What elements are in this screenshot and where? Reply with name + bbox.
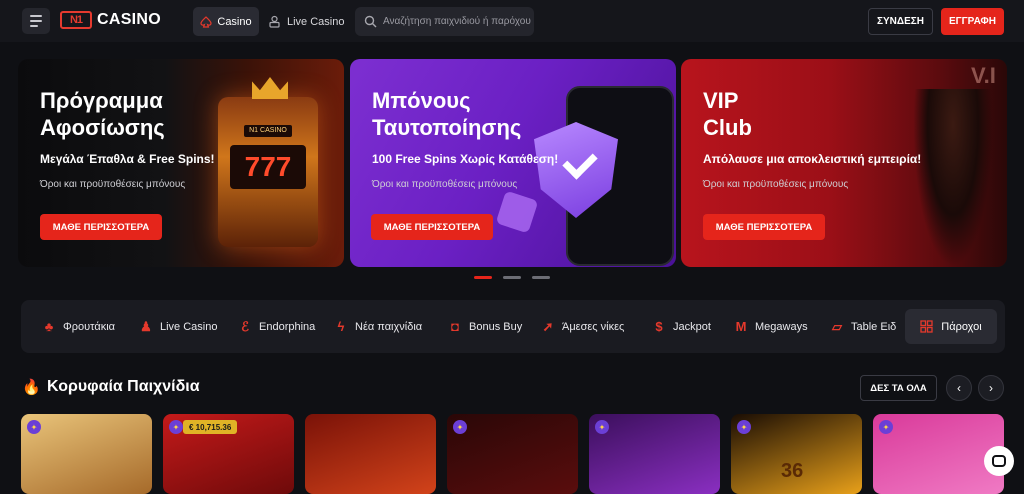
banner-title: VIP Club [703,88,752,140]
category-label: Νέα παιχνίδια [355,320,423,333]
section-title: Κορυφαία Παιχνίδια [47,378,200,395]
slot-machine-illustration: N1 CASINO 777 [218,77,318,247]
category-bar: ♣ Φρουτάκια ♟ Live Casino ℰ Endorphina ϟ… [21,300,1005,353]
banner-subtitle: 100 Free Spins Χωρίς Κατάθεση! [372,152,559,166]
star-badge-icon: ✦ [879,420,893,434]
rocket-icon: ➚ [542,318,554,334]
prev-arrow-button[interactable]: ‹ [946,375,972,401]
learn-more-button[interactable]: ΜΑΘΕ ΠΕΡΙΣΣΟΤΕΡΑ [703,214,825,240]
login-button[interactable]: ΣΥΝΔΕΣΗ [868,8,933,35]
learn-more-button[interactable]: ΜΑΘΕ ΠΕΡΙΣΣΟΤΕΡΑ [371,214,493,240]
category-slots[interactable]: ♣ Φρουτάκια [42,300,115,353]
menu-line [30,15,42,17]
banner-subtitle: Απόλαυσε μια αποκλειστική εμπειρία! [703,152,922,166]
chevron-left-icon: ‹ [957,381,961,395]
dealer-icon [269,15,280,28]
banner-title: Μπόνους Ταυτοποίησης [372,88,522,140]
banner-terms-link[interactable]: Όροι και προϋποθέσεις μπόνους [703,179,848,190]
chevron-right-icon: › [989,381,993,395]
carousel-dot[interactable] [474,276,492,279]
vip-sign-illustration: V.I [971,63,996,88]
megaways-icon: M [735,319,747,334]
category-label: Φρουτάκια [63,320,116,333]
logo-mark: N1 [60,11,92,29]
star-badge-icon: ✦ [169,420,183,434]
promo-banner-loyalty[interactable]: N1 CASINO 777 Πρόγραμμα Αφοσίωσης Μεγάλα… [18,59,344,267]
banner-terms-link[interactable]: Όροι και προϋποθέσεις μπόνους [40,179,185,190]
providers-label: Πάροχοι [941,320,982,333]
endorphina-icon: ℰ [241,318,249,334]
category-label: Megaways [755,320,808,333]
category-label: Άμεσες νίκες [562,320,625,333]
menu-line [30,20,42,22]
banner-title: Πρόγραμμα Αφοσίωσης [40,88,165,140]
banner-subtitle: Μεγάλα Έπαθλα & Free Spins! [40,152,215,166]
hamburger-menu-button[interactable] [22,8,50,34]
fire-icon: 🔥 [22,379,41,396]
game-card[interactable]: ✦ [589,414,720,494]
hostess-illustration [913,89,993,267]
star-badge-icon: ✦ [595,420,609,434]
search-input[interactable] [383,16,533,27]
nav-tab-label: Live Casino [287,15,345,28]
top-header: N1 CASINO Casino Live Casino ΣΥΝΔΕΣΗ ΕΓΓ… [0,0,1024,42]
money-bag-icon: $ [655,319,663,334]
game-art-number: 36 [781,460,804,482]
category-endorphina[interactable]: ℰ Endorphina [238,300,315,353]
slot-machine-label: N1 CASINO [244,125,292,137]
carousel-dot[interactable] [532,276,550,279]
category-new-games[interactable]: ϟ Νέα παιχνίδια [334,300,423,353]
category-label: Live Casino [160,320,218,333]
category-bonus-buy[interactable]: ◘ Bonus Buy [448,300,522,353]
game-card[interactable]: ✦ € 10,715.36 [163,414,294,494]
providers-button[interactable]: Πάροχοι [905,309,997,344]
dice-illustration [495,190,539,234]
category-table-games[interactable]: ▱ Table Ειδ [830,300,896,353]
promo-banner-verification[interactable]: Μπόνους Ταυτοποίησης 100 Free Spins Χωρί… [350,59,676,267]
logo-word: CASINO [97,11,162,28]
category-megaways[interactable]: M Megaways [734,300,808,353]
game-card[interactable]: ✦ [21,414,152,494]
game-card[interactable]: ✦ [447,414,578,494]
nav-tab-label: Casino [217,15,252,28]
category-live-casino[interactable]: ♟ Live Casino [139,300,217,353]
chat-bubble-icon [992,455,1006,467]
category-label: Table Ειδ [851,320,897,333]
category-jackpot[interactable]: $ Jackpot [652,300,711,353]
category-label: Bonus Buy [469,320,523,333]
carousel-pagination [474,276,550,279]
see-all-button[interactable]: ΔΕΣ ΤΑ ΟΛΑ [860,375,937,401]
menu-line [30,25,38,27]
next-arrow-button[interactable]: › [978,375,1004,401]
live-chat-button[interactable] [984,446,1014,476]
game-card[interactable]: ✦ 36 [731,414,862,494]
spade-icon [200,15,212,28]
game-card[interactable] [305,414,436,494]
site-logo[interactable]: N1 CASINO [60,11,161,29]
crown-icon [252,77,288,99]
jackpot-amount-badge: € 10,715.36 [183,420,238,434]
star-badge-icon: ✦ [737,420,751,434]
nav-tab-live-casino[interactable]: Live Casino [268,7,344,36]
grid-icon [920,320,933,333]
dealer-icon: ♟ [140,318,152,334]
learn-more-button[interactable]: ΜΑΘΕ ΠΕΡΙΣΣΟΤΕΡΑ [40,214,162,240]
category-label: Jackpot [673,320,711,333]
cards-icon: ▱ [832,318,842,334]
banner-terms-link[interactable]: Όροι και προϋποθέσεις μπόνους [372,179,517,190]
carousel-dot[interactable] [503,276,521,279]
star-badge-icon: ✦ [27,420,41,434]
category-label: Endorphina [259,320,316,333]
nav-tab-casino[interactable]: Casino [193,7,259,36]
promo-banner-vip[interactable]: V.I VIP Club Απόλαυσε μια αποκλειστική ε… [681,59,1007,267]
slot-reels: 777 [230,145,306,189]
star-badge-icon: ✦ [453,420,467,434]
cherries-icon: ♣ [44,319,54,334]
shopping-bag-icon: ◘ [451,319,459,334]
lightning-icon: ϟ [337,319,345,334]
category-instant-wins[interactable]: ➚ Άμεσες νίκες [541,300,625,353]
search-box[interactable] [355,7,534,36]
register-button[interactable]: ΕΓΓΡΑΦΗ [941,8,1004,35]
search-icon [364,15,377,28]
